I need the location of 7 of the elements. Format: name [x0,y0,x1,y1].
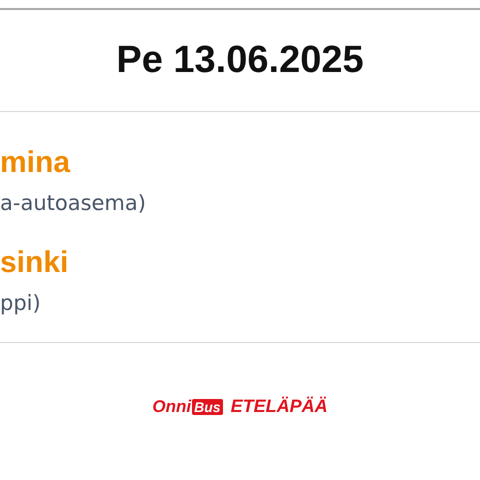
operator-logo: Onni Bus [152,396,223,416]
city-name: sinki [0,246,70,280]
city-name: mina [0,146,72,180]
date-title: Pe 13.06.2025 [116,39,364,82]
station-name: ppi) [0,290,42,316]
station-name: a-autoasema) [0,190,147,216]
region-logo-text: ETELÄPÄÄ [230,396,328,417]
